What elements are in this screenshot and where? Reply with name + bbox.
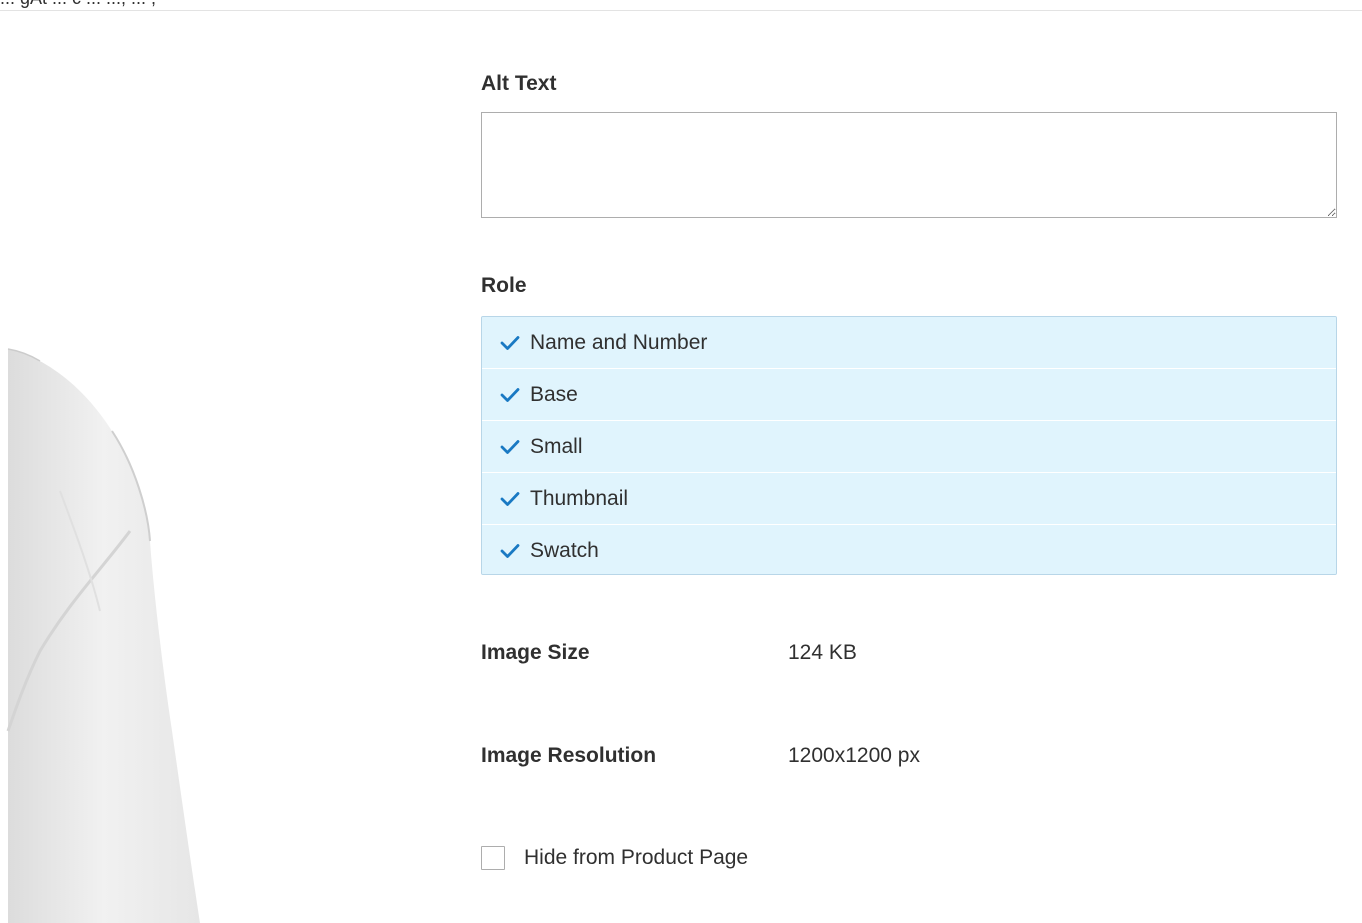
shirt-image [6,348,200,923]
role-option-label: Small [530,434,583,458]
role-option-label: Name and Number [530,330,708,354]
role-option-label: Swatch [530,539,599,562]
check-icon [500,387,520,402]
hide-from-product-page-label: Hide from Product Page [524,846,749,869]
top-cropped-header: ... gAt ... c ... ..., ... , [0,0,1362,11]
image-size-label: Image Size [481,641,590,664]
image-size-value: 124 KB [788,641,857,664]
role-label: Role [481,274,527,297]
hide-from-product-page-option[interactable]: Hide from Product Page [481,846,748,870]
image-resolution-value: 1200x1200 px [788,744,920,767]
cropped-header-text: ... gAt ... c ... ..., ... , [0,0,156,9]
alt-text-label: Alt Text [481,72,557,95]
hide-from-product-page-checkbox[interactable] [481,846,505,870]
check-icon [500,491,520,506]
check-icon [500,335,520,350]
alt-text-input[interactable] [481,112,1337,218]
role-option-name-and-number[interactable]: Name and Number [482,317,1336,369]
check-icon [500,544,520,558]
role-option-base[interactable]: Base [482,369,1336,421]
role-multiselect: Name and Number Base Small Thumbnail Swatch [481,316,1337,575]
product-image-preview [0,11,440,923]
role-option-thumbnail[interactable]: Thumbnail [482,473,1336,525]
image-resolution-label: Image Resolution [481,744,657,767]
check-icon [500,439,520,454]
role-option-small[interactable]: Small [482,421,1336,473]
image-detail-panel: ... gAt ... c ... ..., ... , Alt Text Ro… [0,0,1362,923]
role-option-label: Thumbnail [530,486,629,510]
role-option-label: Base [530,382,578,406]
role-option-swatch[interactable]: Swatch [482,525,1336,574]
